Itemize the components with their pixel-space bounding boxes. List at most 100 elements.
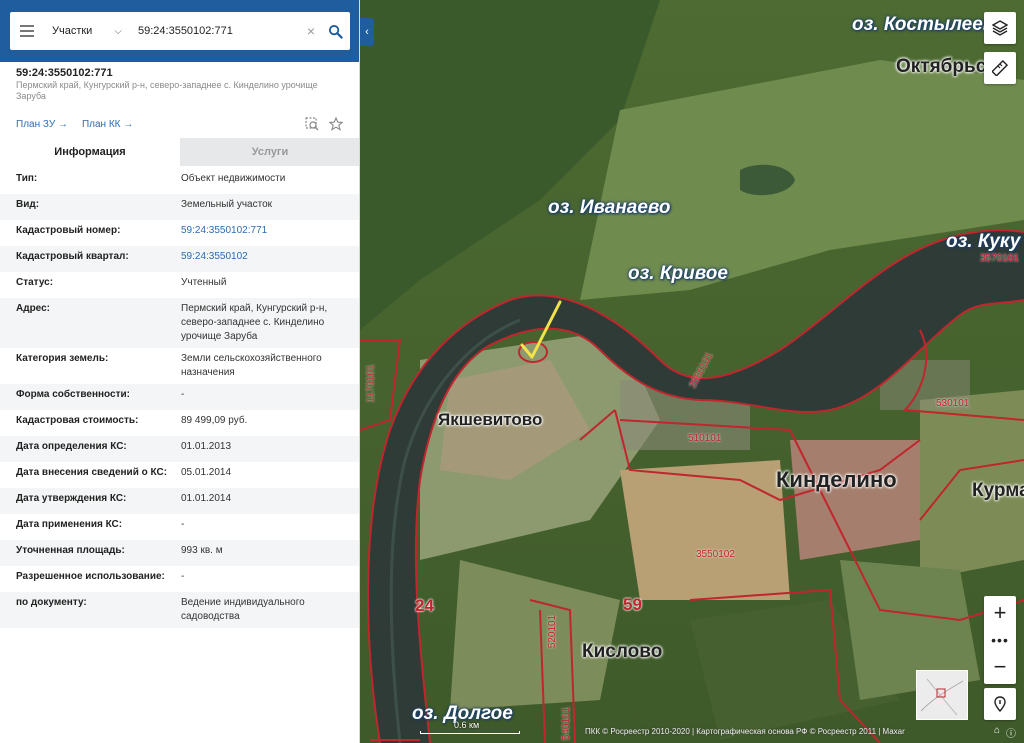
search-box: Участки ⌵ × bbox=[10, 12, 350, 50]
attribute-value: 01.01.2013 bbox=[181, 441, 232, 452]
attribute-row: Дата внесения сведений о КС: 05.01.2014 bbox=[0, 462, 359, 488]
attribute-value: 993 кв. м bbox=[181, 545, 223, 556]
plan-kk-link[interactable]: План КК → bbox=[82, 119, 133, 130]
tab-services[interactable]: Услуги bbox=[180, 138, 359, 166]
attribute-row: Кадастровый номер: 59:24:3550102:771 bbox=[0, 220, 359, 246]
zoom-in-button[interactable]: + bbox=[984, 596, 1016, 630]
attribute-value: 01.01.2014 bbox=[181, 493, 232, 504]
attribute-label: Разрешенное использование: bbox=[16, 571, 165, 582]
attribute-row: Тип: Объект недвижимости bbox=[0, 168, 359, 194]
lake-label-ivanaevo: оз. Иванаево bbox=[548, 197, 671, 218]
attribute-label: Статус: bbox=[16, 277, 54, 288]
quarter-label-530101: 530101 bbox=[936, 398, 970, 409]
attribute-row: Кадастровая стоимость: 89 499,09 руб. bbox=[0, 410, 359, 436]
chevron-down-icon: ⌵ bbox=[114, 25, 122, 37]
zoom-to-object-icon[interactable] bbox=[305, 117, 319, 131]
place-label-kindelino: Кинделино bbox=[776, 467, 897, 492]
attribute-value: Земли сельскохозяйственного назначения bbox=[181, 353, 322, 378]
attribute-row: Категория земель: Земли сельскохозяйствен… bbox=[0, 348, 359, 384]
place-label-yakshevitovo: Якшевитово bbox=[438, 410, 543, 429]
object-title: 59:24:3550102:771 bbox=[16, 67, 113, 79]
quarter-label-510101: 510101 bbox=[688, 433, 722, 444]
quarter-label-540101: 540101 bbox=[561, 706, 573, 741]
search-type-dropdown[interactable]: Участки ⌵ bbox=[44, 12, 128, 50]
attribute-value: 89 499,09 руб. bbox=[181, 415, 248, 426]
quarter-label-3570101: 3570101 bbox=[980, 253, 1019, 264]
lake-label-kuku: оз. Куку bbox=[946, 231, 1021, 252]
attribute-value: - bbox=[181, 519, 185, 530]
minimap[interactable] bbox=[916, 670, 968, 720]
collapse-panel-button[interactable]: ‹ bbox=[360, 18, 374, 46]
search-button[interactable] bbox=[320, 12, 350, 50]
map-view[interactable]: оз. Костылеево оз. Иванаево оз. Кривое о… bbox=[360, 0, 1024, 743]
attribute-label: Дата утверждения КС: bbox=[16, 493, 127, 504]
attribute-value: - bbox=[181, 389, 185, 400]
scale-label: 0.6 км bbox=[454, 720, 480, 730]
menu-icon[interactable] bbox=[10, 12, 44, 50]
attribute-label: Форма собственности: bbox=[16, 389, 130, 400]
district-label: 24 bbox=[415, 596, 434, 615]
measure-button[interactable] bbox=[984, 52, 1016, 84]
search-input[interactable] bbox=[128, 12, 302, 50]
tab-info[interactable]: Информация bbox=[0, 138, 180, 166]
attribute-row: Дата определения КС: 01.01.2013 bbox=[0, 436, 359, 462]
attribute-row: Статус: Учтенный bbox=[0, 272, 359, 298]
zoom-out-button[interactable]: − bbox=[984, 650, 1016, 684]
lake-label-krivoe: оз. Кривое bbox=[628, 263, 728, 284]
scale-line bbox=[420, 731, 520, 734]
info-icon[interactable]: ⓘ bbox=[1006, 725, 1016, 740]
place-label-kurma: Курма bbox=[972, 480, 1024, 501]
attribute-row: Форма собственности: - bbox=[0, 384, 359, 410]
attribute-value[interactable]: 59:24:3550102:771 bbox=[181, 224, 359, 242]
attribute-value: - bbox=[181, 571, 185, 582]
attribute-label: Вид: bbox=[16, 199, 40, 210]
search-icon bbox=[328, 24, 343, 39]
plan-zu-link[interactable]: План ЗУ → bbox=[16, 119, 68, 130]
attribute-value[interactable]: 59:24:3550102 bbox=[181, 250, 359, 268]
quarter-label-3550102: 3550102 bbox=[696, 549, 735, 560]
locate-button[interactable] bbox=[984, 688, 1016, 720]
location-pin-icon bbox=[994, 696, 1006, 712]
attribute-label: Дата внесения сведений о КС: bbox=[16, 467, 168, 478]
attribute-row: Адрес: Пермский край, Кунгурский р-н, сев… bbox=[0, 298, 359, 348]
ruler-icon bbox=[992, 60, 1008, 76]
lake-label-kostyleevo: оз. Костылеево bbox=[852, 14, 1006, 35]
plan-actions bbox=[305, 117, 343, 131]
attribute-row: Дата применения КС: - bbox=[0, 514, 359, 540]
info-panel: Участки ⌵ × 59:24:3550102:771 Пермский к… bbox=[0, 0, 360, 743]
clear-icon[interactable]: × bbox=[302, 23, 320, 39]
attribute-label: Дата определения КС: bbox=[16, 441, 127, 452]
star-icon[interactable] bbox=[329, 117, 343, 131]
attribute-row: Кадастровый квартал: 59:24:3550102 bbox=[0, 246, 359, 272]
attribute-row: Вид: Земельный участок bbox=[0, 194, 359, 220]
zoom-more-button[interactable]: ••• bbox=[984, 630, 1016, 650]
attribute-row: Разрешенное использование: - bbox=[0, 566, 359, 592]
attribute-label: Категория земель: bbox=[16, 353, 109, 364]
attribute-label: Кадастровый номер: bbox=[16, 225, 121, 236]
scale-bar: 0.6 км bbox=[420, 720, 520, 734]
attribute-table: Тип: Объект недвижимости Вид: Земельный уча… bbox=[0, 168, 359, 628]
attribute-row: по документу: Ведение индивидуального сад… bbox=[0, 592, 359, 628]
quarter-label-520101: 520101 bbox=[547, 614, 559, 649]
attribute-value: Объект недвижимости bbox=[181, 173, 286, 184]
attribute-row: Уточненная площадь: 993 кв. м bbox=[0, 540, 359, 566]
home-icon[interactable]: ⌂ bbox=[994, 725, 1000, 740]
attribute-label: Тип: bbox=[16, 173, 38, 184]
minimap-roads bbox=[920, 678, 964, 716]
place-label-kislovo: Кислово bbox=[582, 641, 663, 662]
attribute-label: Кадастровая стоимость: bbox=[16, 415, 139, 426]
layers-button[interactable] bbox=[984, 12, 1016, 44]
region-label: 59 bbox=[623, 595, 642, 614]
attribute-value: Пермский край, Кунгурский р-н, северо-за… bbox=[181, 303, 328, 342]
attribute-label: Дата применения КС: bbox=[16, 519, 123, 530]
attribute-value: Ведение индивидуального садоводства bbox=[181, 597, 305, 622]
map-copyright: ПКК © Росреестр 2010-2020 | Картографиче… bbox=[585, 727, 905, 736]
quarter-label-1170101: 1170101 bbox=[365, 364, 377, 403]
attribute-value: Земельный участок bbox=[181, 199, 273, 210]
search-type-label: Участки bbox=[52, 25, 93, 37]
attribute-label: Адрес: bbox=[16, 303, 50, 314]
zoom-control: + ••• − bbox=[984, 596, 1016, 684]
search-bar: Участки ⌵ × bbox=[0, 0, 359, 62]
attribute-label: по документу: bbox=[16, 597, 87, 608]
attribute-value: 05.01.2014 bbox=[181, 467, 232, 478]
